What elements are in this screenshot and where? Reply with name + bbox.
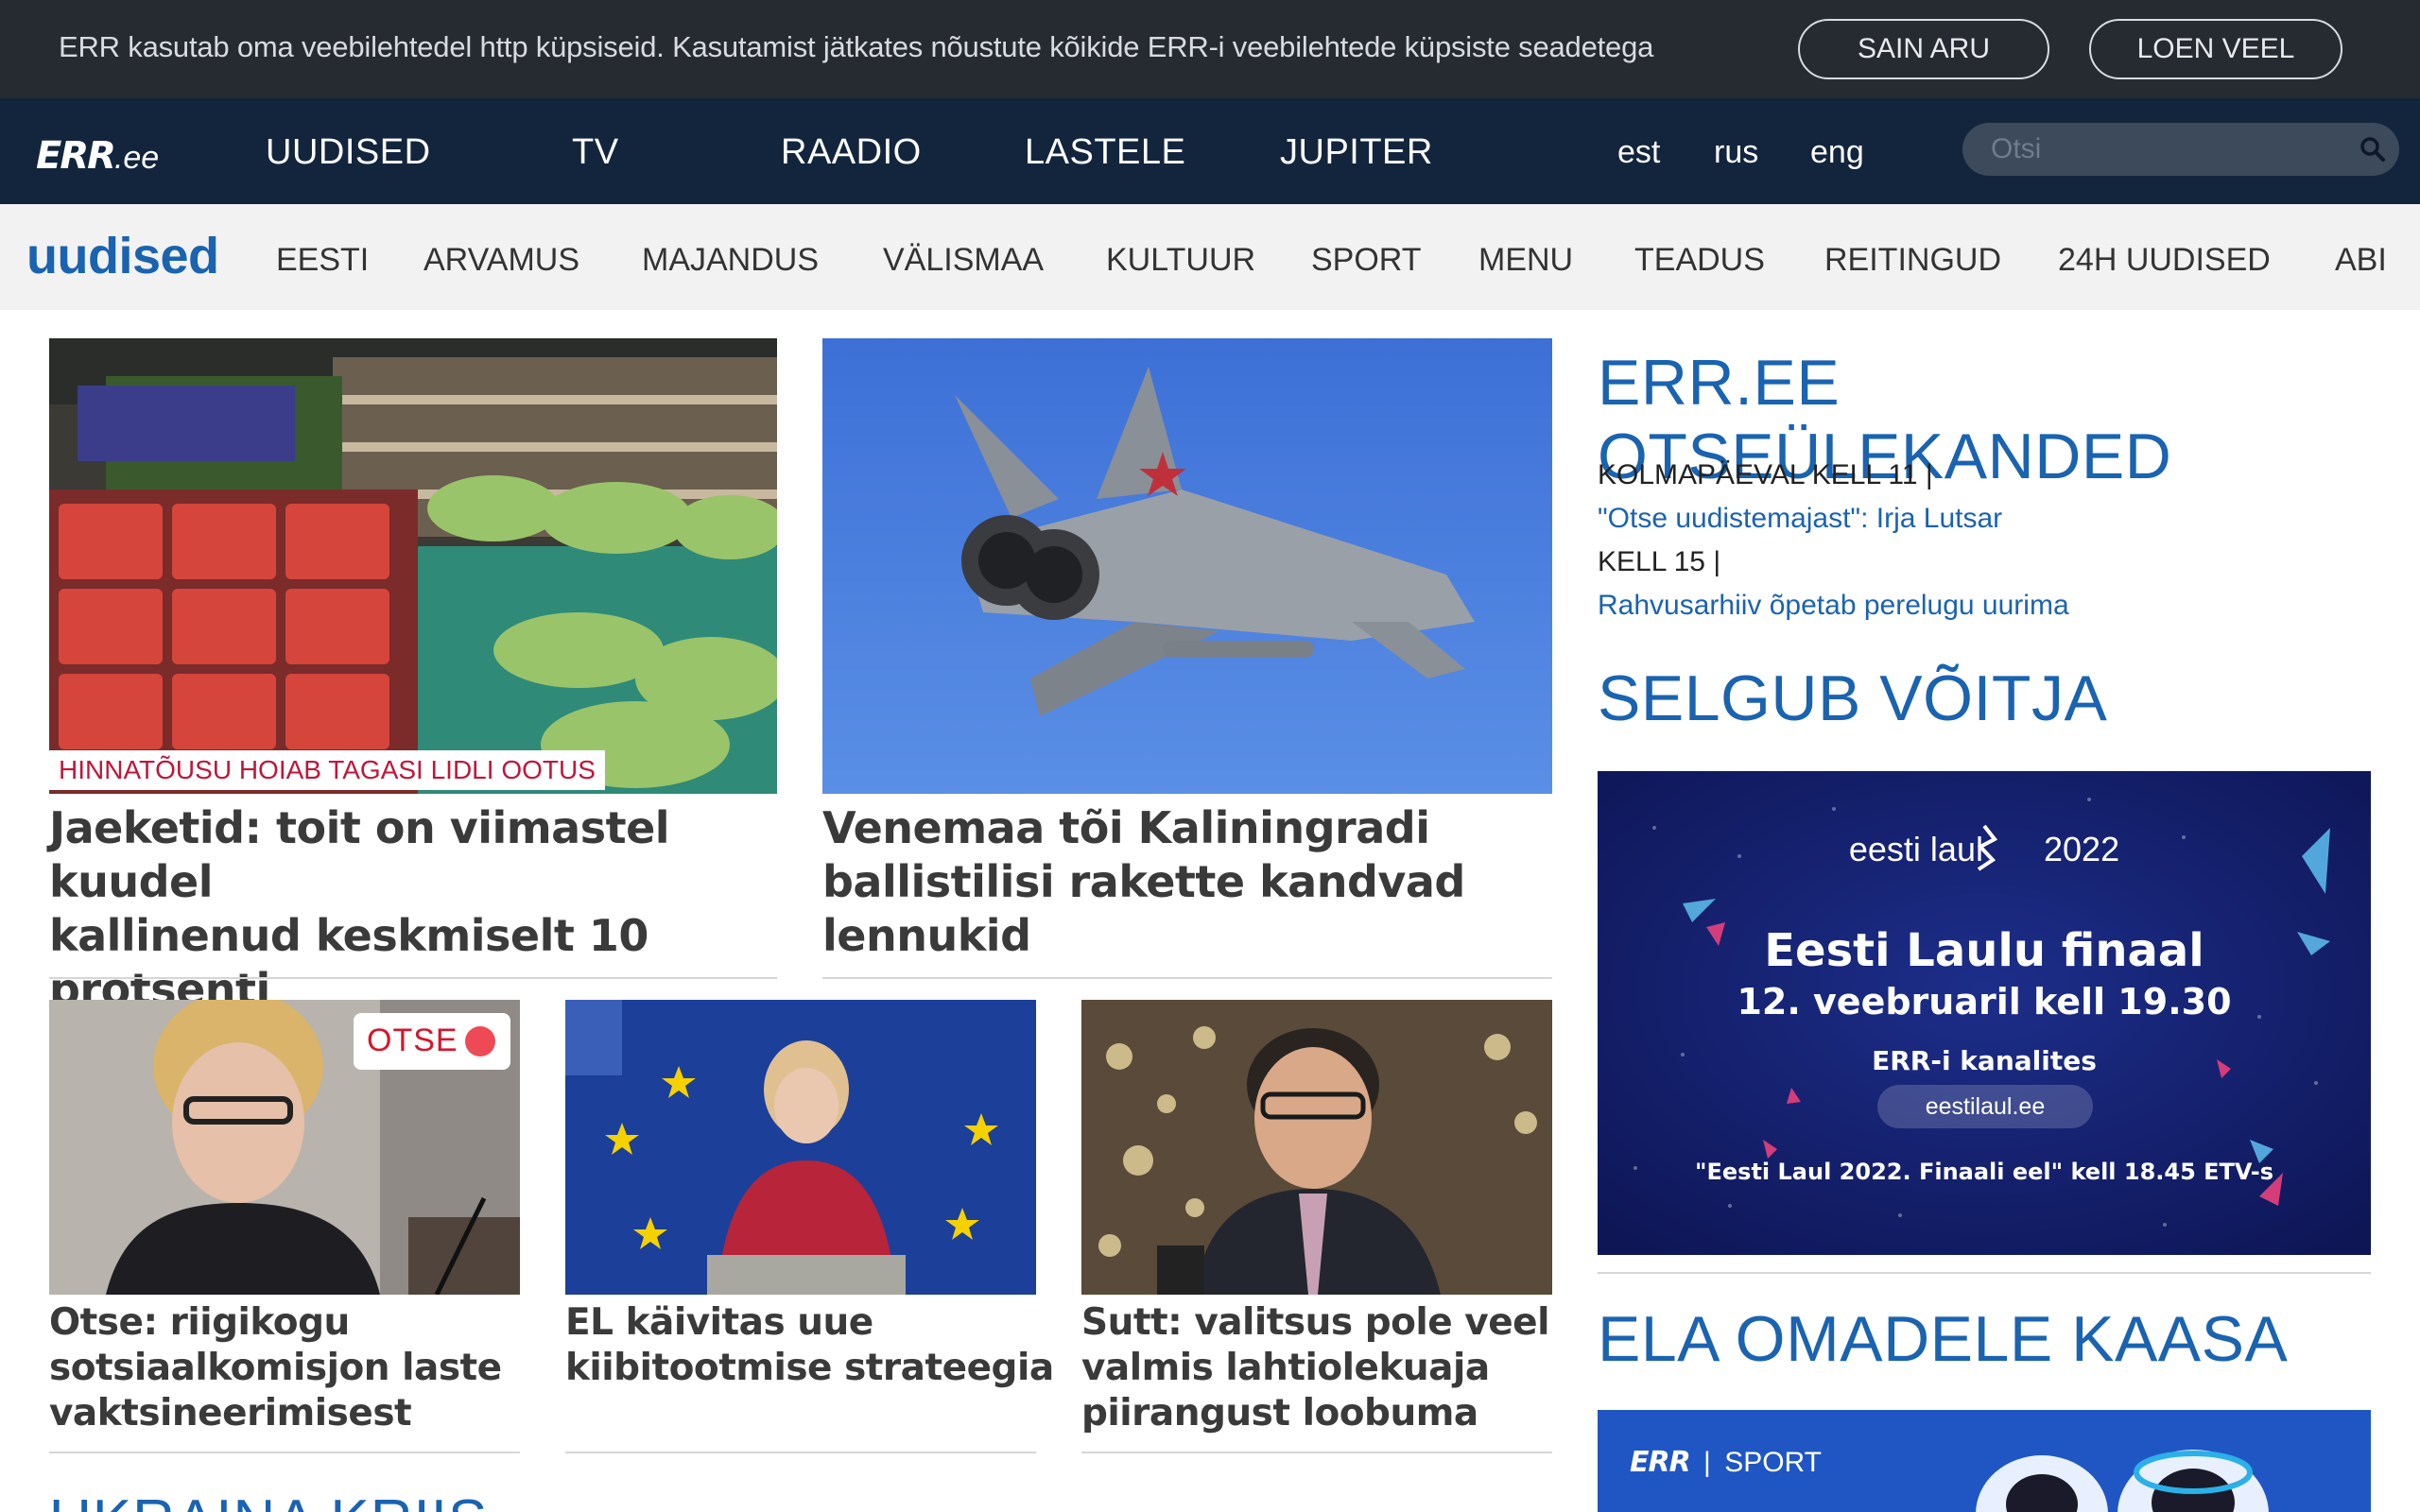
nav-item-jupiter[interactable]: JUPITER — [1280, 132, 1433, 173]
headline-line: Venemaa tõi Kaliningradi — [822, 802, 1430, 853]
headline-line: Otse: riigikogu — [49, 1301, 350, 1344]
schedule-time: KELL 15 | — [1598, 546, 1721, 577]
schedule-program-link[interactable]: "Otse uudistemajast": Irja Lutsar — [1598, 503, 2002, 535]
headline-line: kiibitootmise strateegia — [565, 1347, 1054, 1389]
banner-preshow: "Eesti Laul 2022. Finaali eel" kell 18.4… — [1695, 1159, 2273, 1185]
article-divider — [565, 1452, 1036, 1453]
banner-channels: ERR-i kanalites — [1872, 1045, 2097, 1076]
headline-line: Jaeketid: toit on viimastel kuudel — [49, 802, 670, 907]
article-headline[interactable]: Otse: riigikogu sotsiaalkomisjon laste v… — [49, 1300, 541, 1436]
nav-item-tv[interactable]: TV — [572, 132, 619, 173]
cookie-message: ERR kasutab oma veebilehtedel http küpsi… — [59, 30, 1654, 63]
schedule-time: KOLMAPÄEVAL KELL 11 | — [1598, 459, 1933, 490]
banner-brand-year: 2022 — [2044, 830, 2120, 868]
live-dot-icon — [465, 1026, 495, 1057]
article-headline[interactable]: Venemaa tõi Kaliningradi ballistilisi ra… — [822, 801, 1560, 963]
cookie-agree-button[interactable]: SAIN ARU — [1798, 19, 2049, 79]
lang-est[interactable]: est — [1617, 134, 1660, 171]
eesti-laul-banner[interactable]: eesti laul 2022 Eesti Laulu finaal 12. v… — [1598, 771, 2371, 1255]
banner-brand: eesti laul 2022 — [1598, 830, 2371, 869]
banner-title: Eesti Laulu finaal — [1764, 924, 2204, 977]
article-image-minister[interactable] — [1081, 1000, 1552, 1295]
contest-heading[interactable]: SELGUB VÕITJA — [1598, 662, 2107, 735]
cookie-banner: ERR kasutab oma veebilehtedel http küpsi… — [0, 0, 2420, 98]
section-item-valismaa[interactable]: VÄLISMAA — [883, 242, 1044, 279]
headline-line: valmis lahtiolekuaja — [1081, 1347, 1490, 1389]
banner-brand-name: eesti laul — [1848, 830, 1983, 868]
sport-logo-mark: ERR — [1630, 1446, 1691, 1479]
olympics-heading[interactable]: ELA OMADELE KAASA — [1598, 1302, 2288, 1376]
sidebar-divider — [1598, 1272, 2371, 1274]
section-item-24h-uudised[interactable]: 24H UUDISED — [2058, 242, 2271, 279]
sport-logo: ERR | SPORT — [1630, 1446, 1822, 1479]
article-image-eu-speaker[interactable] — [565, 1000, 1036, 1295]
section-item-menu[interactable]: MENU — [1478, 242, 1573, 279]
logo-mark: ERR — [36, 134, 116, 178]
article-headline[interactable]: Sutt: valitsus pole veel valmis lahtiole… — [1081, 1300, 1573, 1436]
headline-line: ballistilisi rakette kandvad — [822, 856, 1465, 907]
nav-item-uudised[interactable]: UUDISED — [266, 132, 431, 173]
headline-line: Sutt: valitsus pole veel — [1081, 1301, 1550, 1344]
nav-item-raadio[interactable]: RAADIO — [781, 132, 922, 173]
article-kicker[interactable]: HINNATÕUSU HOIAB TAGASI LIDLI OOTUS — [49, 750, 605, 790]
article-headline[interactable]: Jaeketid: toit on viimastel kuudel kalli… — [49, 801, 786, 1017]
search-icon[interactable] — [2360, 136, 2386, 163]
section-item-abi[interactable]: ABI — [2335, 242, 2387, 279]
section-item-arvamus[interactable]: ARVAMUS — [424, 242, 579, 279]
sport-logo-section: SPORT — [1724, 1447, 1822, 1478]
live-label: OTSE — [367, 1022, 458, 1058]
cookie-read-more-button[interactable]: LOEN VEEL — [2089, 19, 2342, 79]
lang-eng[interactable]: eng — [1810, 134, 1864, 171]
section-item-majandus[interactable]: MAJANDUS — [642, 242, 819, 279]
section-navigation: uudised EESTI ARVAMUS MAJANDUS VÄLISMAA … — [0, 204, 2420, 310]
headline-line: sotsiaalkomisjon laste — [49, 1347, 502, 1389]
live-badge: OTSE — [354, 1013, 510, 1070]
headline-line: lennukid — [822, 910, 1031, 961]
schedule-program-link[interactable]: Rahvusarhiiv õpetab perelugu uurima — [1598, 590, 2069, 622]
err-logo[interactable]: ERR.ee — [36, 134, 159, 178]
article-divider — [49, 977, 777, 979]
headline-line: vaktsineerimisest — [49, 1392, 412, 1435]
article-divider — [822, 977, 1552, 979]
main-navigation: ERR.ee UUDISED TV RAADIO LASTELE JUPITER… — [0, 98, 2420, 204]
err-sport-banner[interactable]: ERR | SPORT — [1598, 1410, 2371, 1512]
section-item-kultuur[interactable]: KULTUUR — [1106, 242, 1255, 279]
nav-item-lastele[interactable]: LASTELE — [1025, 132, 1185, 173]
section-item-sport[interactable]: SPORT — [1311, 242, 1422, 279]
headline-line: kallinenud keskmiselt 10 — [49, 910, 648, 961]
search-box — [1962, 123, 2399, 176]
section-item-eesti[interactable]: EESTI — [276, 242, 369, 279]
article-image-supermarket[interactable] — [49, 338, 777, 794]
article-headline[interactable]: EL käivitas uue kiibitootmise strateegia — [565, 1300, 1057, 1391]
section-title[interactable]: uudised — [26, 227, 219, 285]
headline-line: EL käivitas uue — [565, 1301, 873, 1344]
article-image-fighter-jet[interactable] — [822, 338, 1552, 794]
article-divider — [1081, 1452, 1552, 1453]
banner-website[interactable]: eestilaul.ee — [1877, 1085, 2093, 1128]
banner-date: 12. veebruaril kell 19.30 — [1737, 981, 2232, 1022]
lang-rus[interactable]: rus — [1714, 134, 1758, 171]
headline-line: piirangust loobuma — [1081, 1392, 1478, 1435]
search-input[interactable] — [1991, 130, 2350, 168]
section-item-teadus[interactable]: TEADUS — [1634, 242, 1765, 279]
section-heading-ukraina[interactable]: UKRAINA KRIIS — [49, 1487, 488, 1512]
section-item-reitingud[interactable]: REITINGUD — [1824, 242, 2001, 279]
article-divider — [49, 1452, 520, 1453]
logo-suffix: .ee — [113, 140, 160, 176]
